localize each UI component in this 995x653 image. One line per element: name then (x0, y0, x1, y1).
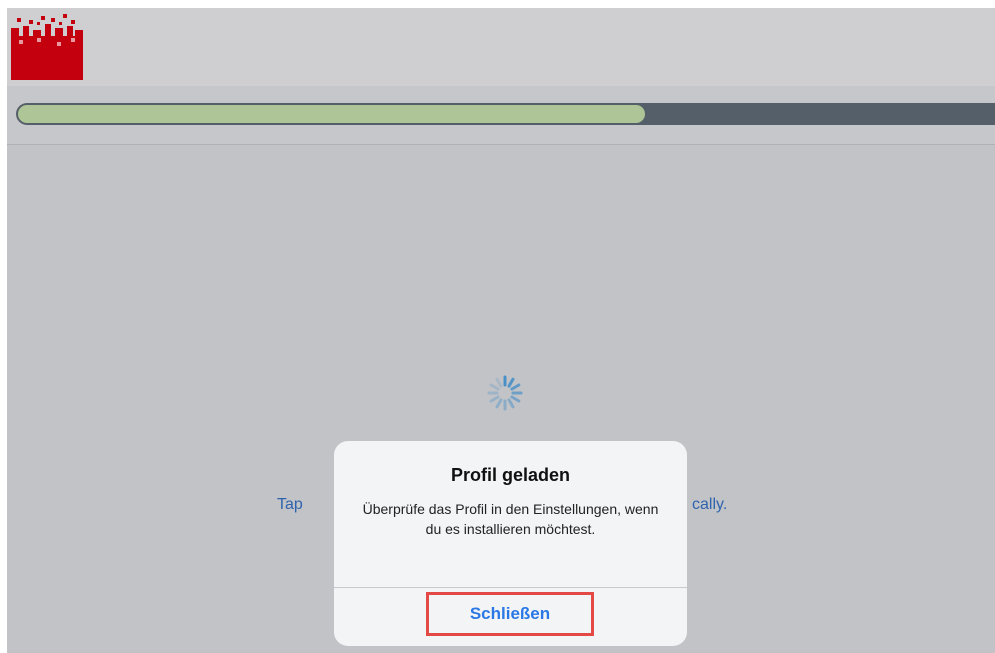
top-bar (7, 8, 995, 86)
brand-logo-icon (11, 14, 83, 80)
dialog-divider (334, 587, 687, 588)
close-button[interactable]: Schließen (426, 592, 594, 636)
instruction-text-right: cally. (692, 496, 728, 513)
loading-spinner-icon (487, 375, 523, 411)
progress-fill (18, 105, 645, 123)
dialog-message: Überprüfe das Profil in den Einstellunge… (362, 501, 659, 537)
progress-bar (16, 103, 995, 125)
instruction-text-left: Tap (277, 496, 303, 513)
app-screen: Tap cally. Profil geladen Überprüfe das … (7, 8, 995, 653)
profile-loaded-dialog: Profil geladen Überprüfe das Profil in d… (334, 441, 687, 646)
dialog-title: Profil geladen (450, 465, 571, 485)
progress-area (7, 86, 995, 145)
